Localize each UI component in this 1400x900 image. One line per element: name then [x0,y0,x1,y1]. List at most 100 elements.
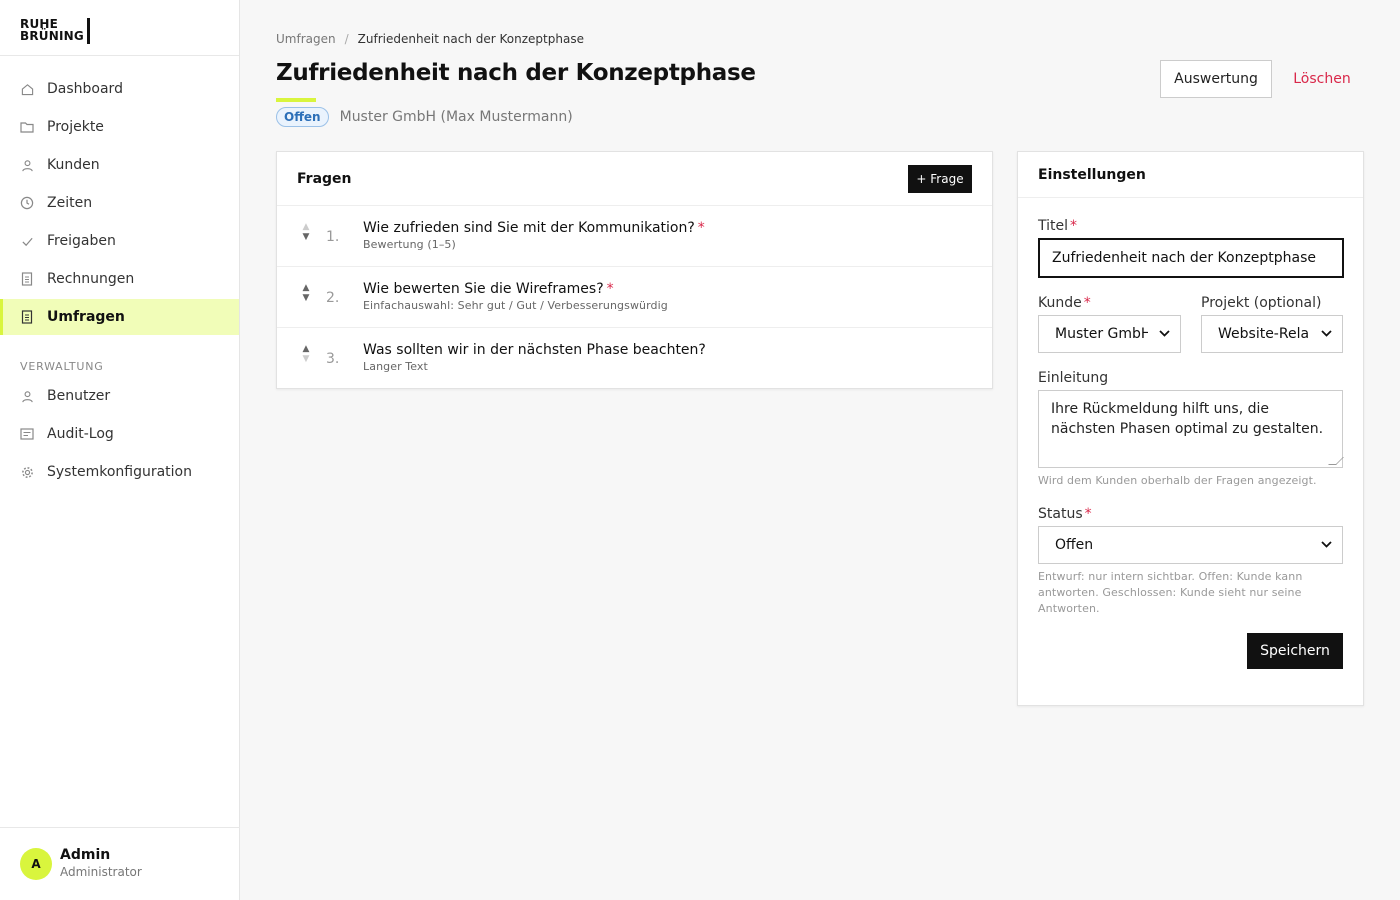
user-icon [20,389,34,403]
move-up-icon[interactable]: ▲ [303,283,310,293]
intro-textarea[interactable]: Ihre Rückmeldung hilft uns, die nächsten… [1038,390,1344,468]
questions-title: Fragen [297,170,352,187]
question-text: Was sollten wir in der nächsten Phase be… [363,342,706,358]
logo-text: RUHE BRÜNING [20,17,84,43]
breadcrumb-separator: / [344,32,349,46]
user-role: Administrator [60,865,142,879]
breadcrumb: Umfragen / Zufriedenheit nach der Konzep… [276,32,584,46]
question-body: Wie bewerten Sie die Wireframes? * Einfac… [363,280,668,312]
project-select[interactable]: Website-Relau [1201,315,1343,353]
reorder-handle: ▲ ▼ [301,222,311,242]
sidebar-item-kunden[interactable]: Kunden [0,147,239,183]
required-marker: * [1070,218,1078,234]
move-up-icon: ▲ [302,222,310,232]
client-select-value: Muster GmbH ( [1055,326,1148,342]
question-body: Wie zufrieden sind Sie mit der Kommunika… [363,219,705,251]
chevron-down-icon [1321,540,1332,551]
move-down-icon[interactable]: ▼ [303,232,310,242]
required-marker: * [697,220,705,236]
sidebar-item-label: Audit-Log [47,426,114,442]
client-name: Muster GmbH (Max Mustermann) [339,109,573,125]
question-text: Wie bewerten Sie die Wireframes? * [363,281,614,297]
sidebar-item-label: Dashboard [47,81,123,97]
question-number: 3. [326,351,340,367]
resize-handle-icon[interactable] [1328,457,1344,465]
move-up-icon[interactable]: ▲ [303,344,310,354]
sidebar: RUHE BRÜNING Dashboard Projekte Kunden Ze… [0,0,240,900]
save-button[interactable]: Speichern [1247,633,1343,669]
folder-icon [20,120,34,134]
reorder-handle: ▲ ▼ [301,344,311,364]
title-label: Titel * [1038,218,1078,234]
sidebar-item-label: Zeiten [47,195,93,211]
status-select[interactable]: Offen [1038,526,1343,564]
move-down-icon: ▼ [302,354,310,364]
sidebar-item-freigaben[interactable]: Freigaben [0,223,239,259]
logo-bar [87,18,90,44]
clock-icon [20,196,34,210]
settings-title: Einstellungen [1038,166,1146,183]
question-row[interactable]: ▲ ▼ 1. Wie zufrieden sind Sie mit der Ko… [277,206,992,267]
user-profile[interactable]: A Admin Administrator [0,827,240,900]
intro-hint: Wird dem Kunden oberhalb der Fragen ange… [1038,474,1317,487]
chevron-down-icon [1321,329,1332,340]
main-content: Umfragen / Zufriedenheit nach der Konzep… [240,0,1400,900]
questions-card: Fragen + Frage ▲ ▼ 1. Wie zufrieden sind… [276,151,993,389]
title-accent-bar [276,98,316,102]
intro-field: Einleitung Ihre Rückmeldung hilft uns, d… [1038,370,1344,489]
main-nav: Dashboard Projekte Kunden Zeiten Freigab… [0,56,239,490]
chevron-down-icon [1159,329,1170,340]
gear-icon [20,465,34,479]
save-row: Speichern [1038,633,1343,669]
sidebar-item-zeiten[interactable]: Zeiten [0,185,239,221]
sidebar-item-label: Systemkonfiguration [47,464,192,480]
status-badge: Offen [276,107,329,127]
status-hint: Entwurf: nur intern sichtbar. Offen: Kun… [1038,570,1303,615]
status-field: Status * Offen Entwurf: nur intern sichtb… [1038,506,1343,617]
question-type: Bewertung (1–5) [363,238,456,251]
log-icon [20,427,34,441]
sidebar-item-projekte[interactable]: Projekte [0,109,239,145]
brand-logo[interactable]: RUHE BRÜNING [0,0,239,56]
user-name: Admin [60,847,111,863]
sidebar-item-dashboard[interactable]: Dashboard [0,71,239,107]
sidebar-item-systemkonfiguration[interactable]: Systemkonfiguration [0,454,239,490]
sidebar-item-rechnungen[interactable]: Rechnungen [0,261,239,297]
client-label: Kunde * [1038,295,1091,311]
question-text: Wie zufrieden sind Sie mit der Kommunika… [363,220,705,236]
project-label: Projekt (optional) [1201,295,1322,311]
avatar: A [20,848,52,880]
client-field: Kunde* Muster GmbH ( [1038,295,1181,353]
question-body: Was sollten wir in der nächsten Phase be… [363,341,709,373]
question-number: 2. [326,290,340,306]
title-input[interactable]: Zufriedenheit nach der Konzeptphase [1038,238,1344,278]
survey-icon [20,310,34,324]
sidebar-item-audit-log[interactable]: Audit-Log [0,416,239,452]
project-field: Projekt (optional) Website-Relau [1201,295,1343,353]
breadcrumb-link-umfragen[interactable]: Umfragen [276,32,336,46]
sidebar-item-label: Umfragen [47,309,125,325]
reorder-handle: ▲ ▼ [301,283,311,303]
required-marker: * [1084,506,1092,522]
sidebar-item-label: Projekte [47,119,104,135]
sidebar-item-benutzer[interactable]: Benutzer [0,378,239,414]
page-title: Zufriedenheit nach der Konzeptphase [276,60,756,86]
required-marker: * [606,281,614,297]
question-type: Langer Text [363,360,428,373]
sidebar-item-umfragen[interactable]: Umfragen [0,299,239,335]
client-project-row: Kunde* Muster GmbH ( Projekt (optional) … [1038,295,1343,353]
question-number: 1. [326,229,340,245]
question-row[interactable]: ▲ ▼ 3. Was sollten wir in der nächsten P… [277,328,992,389]
delete-button[interactable]: Löschen [1280,60,1364,98]
add-question-button[interactable]: + Frage [908,164,972,193]
sidebar-item-label: Rechnungen [47,271,135,287]
sidebar-item-label: Benutzer [47,388,111,404]
required-marker: * [1083,295,1091,311]
client-select[interactable]: Muster GmbH ( [1038,315,1181,353]
move-down-icon[interactable]: ▼ [303,293,310,303]
document-icon [20,272,34,286]
question-row[interactable]: ▲ ▼ 2. Wie bewerten Sie die Wireframes? *… [277,267,992,328]
survey-meta: Offen Muster GmbH (Max Mustermann) [276,107,573,127]
evaluation-button[interactable]: Auswertung [1160,60,1272,98]
status-label: Status * [1038,506,1092,522]
